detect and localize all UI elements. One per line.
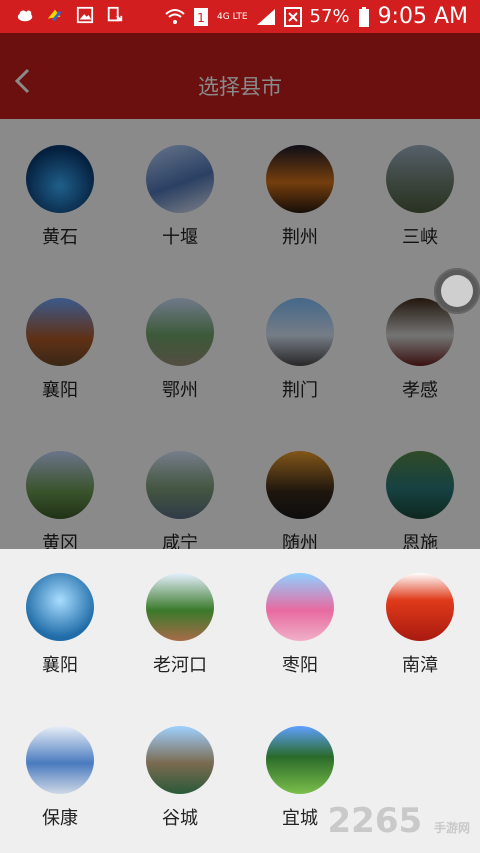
city-item-huangshi[interactable]: 黄石 (0, 119, 120, 248)
cloud-icon (17, 10, 33, 22)
city-label: 荆州 (282, 227, 318, 248)
signal-icon (256, 8, 275, 25)
city-thumbnail (386, 451, 454, 519)
status-bar: 1 4G LTE 57% 9:05 AM (0, 0, 480, 33)
city-item-sanxia[interactable]: 三峡 (360, 119, 480, 248)
city-label: 襄阳 (42, 380, 78, 401)
data-saver-icon (283, 6, 302, 27)
app-notification-icon (47, 9, 62, 22)
svg-text:1: 1 (197, 11, 205, 25)
county-item-gucheng[interactable]: 谷城 (120, 702, 240, 842)
county-thumbnail (26, 573, 94, 641)
system-icons: 1 4G LTE 57% 9:05 AM (165, 4, 468, 29)
county-label: 谷城 (162, 808, 198, 829)
city-item-xianning[interactable]: 咸宁 (120, 425, 240, 554)
city-thumbnail (26, 145, 94, 213)
watermark-number: 2265 (327, 801, 423, 841)
county-label: 襄阳 (42, 655, 78, 676)
city-thumbnail (266, 298, 334, 366)
battery-icon (358, 6, 369, 27)
city-label: 黄石 (42, 227, 78, 248)
city-item-jingzhou[interactable]: 荆州 (240, 119, 360, 248)
city-grid: 黄石 十堰 荆州 三峡 襄阳 鄂州 荆门 孝感 黄冈 咸宁 随州 恩施 (0, 119, 480, 554)
county-label: 老河口 (153, 655, 207, 676)
city-item-huanggang[interactable]: 黄冈 (0, 425, 120, 554)
county-label: 保康 (42, 808, 78, 829)
city-item-shiyan[interactable]: 十堰 (120, 119, 240, 248)
county-thumbnail (26, 726, 94, 794)
city-item-xiangyang[interactable]: 襄阳 (0, 272, 120, 401)
city-label: 三峡 (402, 227, 438, 248)
clock: 9:05 AM (377, 4, 468, 29)
city-thumbnail (266, 451, 334, 519)
city-thumbnail (266, 145, 334, 213)
app-bar: 选择县市 (0, 33, 480, 119)
county-thumbnail (386, 573, 454, 641)
city-item-jingmen[interactable]: 荆门 (240, 272, 360, 401)
county-thumbnail (146, 726, 214, 794)
page-title: 选择县市 (198, 75, 282, 99)
download-icon (107, 6, 123, 22)
city-label: 荆门 (282, 380, 318, 401)
county-thumbnail (146, 573, 214, 641)
city-label: 十堰 (162, 227, 198, 248)
city-item-suizhou[interactable]: 随州 (240, 425, 360, 554)
network-type: 4G LTE (217, 11, 248, 22)
county-label: 枣阳 (282, 655, 318, 676)
city-thumbnail (146, 451, 214, 519)
county-item-nanzhang[interactable]: 南漳 (360, 549, 480, 689)
county-label: 南漳 (402, 655, 438, 676)
county-item-xiangyang[interactable]: 襄阳 (0, 549, 120, 689)
county-item-baokang[interactable]: 保康 (0, 702, 120, 842)
city-thumbnail (26, 298, 94, 366)
notification-icons (16, 6, 124, 24)
city-item-ezhou[interactable]: 鄂州 (120, 272, 240, 401)
city-thumbnail (26, 451, 94, 519)
city-label: 孝感 (402, 380, 438, 401)
city-thumbnail (146, 145, 214, 213)
sim-icon: 1 (194, 7, 209, 26)
city-label: 鄂州 (162, 380, 198, 401)
floating-assist-button[interactable] (434, 268, 480, 314)
wifi-icon (165, 8, 185, 24)
county-item-zaoyang[interactable]: 枣阳 (240, 549, 360, 689)
battery-percent: 57% (309, 6, 350, 27)
image-icon (76, 6, 94, 24)
watermark-sub: 手游网 (433, 821, 470, 835)
watermark-logo: 2265 手游网 (328, 801, 471, 841)
city-thumbnail (146, 298, 214, 366)
county-item-laohekou[interactable]: 老河口 (120, 549, 240, 689)
county-thumbnail (266, 726, 334, 794)
city-item-enshi[interactable]: 恩施 (360, 425, 480, 554)
county-thumbnail (266, 573, 334, 641)
city-thumbnail (386, 145, 454, 213)
